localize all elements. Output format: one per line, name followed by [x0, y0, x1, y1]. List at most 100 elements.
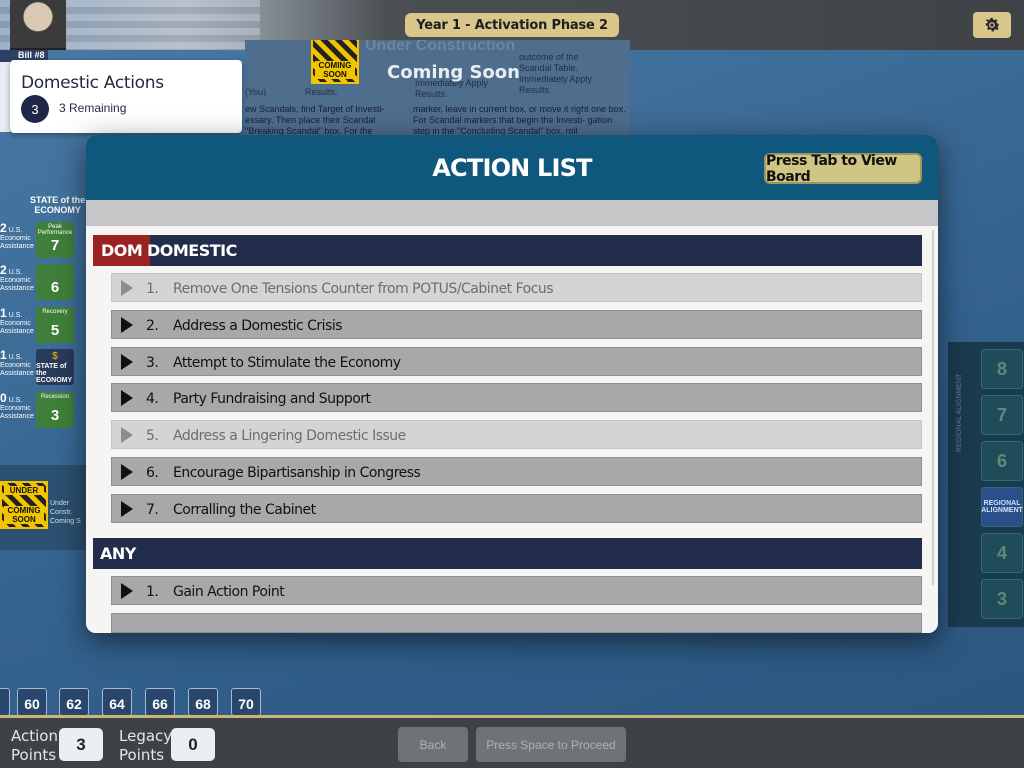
warning-sign-text: COMING SOON	[4, 506, 44, 524]
action-label: Gain Action Point	[173, 583, 285, 600]
chevron-right-icon	[121, 464, 133, 480]
action-points-label: Action Points	[11, 727, 58, 765]
economy-box: Peak Performance 7	[36, 222, 74, 258]
warning-sign-icon: COMING SOON	[311, 40, 359, 84]
list-scrollbar[interactable]	[932, 230, 934, 585]
economy-box: Recovery 5	[36, 307, 74, 343]
regional-alignment-track: REGIONAL ALIGNMENT 8 7 6 REGIONAL ALIGNM…	[948, 342, 1024, 627]
economy-box-label: Recovery	[42, 309, 68, 315]
section-header-domestic: DOM DOMESTIC	[93, 235, 922, 266]
bottom-bar: Action Points 3 Legacy Points 0 Back Pre…	[0, 715, 1024, 768]
action-gain-action-point[interactable]: 1. Gain Action Point	[111, 576, 922, 605]
regional-cell: 6	[981, 441, 1023, 481]
action-remove-tensions[interactable]: 1. Remove One Tensions Counter from POTU…	[111, 273, 922, 302]
side-card-edge	[0, 62, 10, 132]
legacy-points-value: 0	[171, 728, 215, 761]
action-number: 4.	[146, 390, 159, 407]
regional-cell: 7	[981, 395, 1023, 435]
action-label: Remove One Tensions Counter from POTUS/C…	[173, 280, 554, 297]
track-cell: 60	[17, 688, 47, 716]
chevron-right-icon	[121, 280, 133, 296]
dollar-icon: $	[52, 351, 58, 362]
coming-soon-label: Coming Soon	[387, 62, 520, 83]
state-of-economy-track: STATE of the ECONOMY 2 U.S. Economic Ass…	[0, 195, 86, 435]
action-corralling-cabinet[interactable]: 7. Corralling the Cabinet	[111, 494, 922, 523]
regional-cell: 3	[981, 579, 1023, 619]
economy-header-main: ECONOMY	[34, 205, 81, 215]
section-tag: DOM	[93, 235, 151, 266]
domestic-actions-card: Domestic Actions 3 3 Remaining	[10, 60, 242, 133]
action-number: 1.	[146, 280, 159, 297]
economy-row: 1 U.S. Economic Assistance Recovery 5	[0, 307, 86, 343]
economy-box: Recession 3	[36, 392, 74, 428]
action-number: 7.	[146, 501, 159, 518]
regional-cell: 4	[981, 533, 1023, 573]
action-number: 3.	[146, 354, 159, 371]
economy-box-value: 7	[50, 237, 60, 254]
economy-box-value: 3	[50, 407, 60, 424]
action-party-fundraising[interactable]: 4. Party Fundraising and Support	[111, 383, 922, 412]
board-text: Results.	[305, 87, 338, 97]
economy-row-label: 1 U.S. Economic Assistance	[0, 306, 34, 341]
proceed-button[interactable]: Press Space to Proceed	[476, 727, 626, 762]
track-cell: 64	[102, 688, 132, 716]
section-name: ANY	[100, 544, 136, 563]
action-lingering-issue[interactable]: 5. Address a Lingering Domestic Issue	[111, 420, 922, 449]
action-label: Attempt to Stimulate the Economy	[173, 354, 401, 371]
economy-marker-text: STATE of the ECONOMY	[36, 362, 73, 384]
action-number: 5.	[146, 427, 159, 444]
action-list-dialog: ACTION LIST Press Tab to View Board DOM …	[86, 135, 938, 633]
economy-row-num: 2	[0, 221, 7, 235]
economy-marker: $ STATE of the ECONOMY	[36, 349, 74, 385]
chevron-right-icon	[121, 317, 133, 333]
under-construction-left: UNDER COMING SOON Under Constr. Coming S	[0, 465, 86, 550]
board-text: ew Scandals, find Target of Investi- ess…	[245, 104, 385, 135]
legacy-points-label-line2: Points	[119, 746, 165, 764]
back-button[interactable]: Back	[398, 727, 468, 762]
settings-button[interactable]	[973, 12, 1011, 38]
action-domestic-crisis[interactable]: 2. Address a Domestic Crisis	[111, 310, 922, 339]
action-label: Party Fundraising and Support	[173, 390, 371, 407]
economy-row-num: 1	[0, 348, 7, 362]
economy-row-num: 0	[0, 391, 7, 405]
phase-indicator: Year 1 - Activation Phase 2	[405, 13, 619, 37]
board-text: outcome of the Scandal Table. Immediatel…	[519, 52, 593, 95]
economy-header-small: STATE of the	[30, 195, 86, 205]
track-cell: 62	[59, 688, 89, 716]
action-bipartisanship[interactable]: 6. Encourage Bipartisanship in Congress	[111, 457, 922, 486]
chevron-right-icon	[121, 390, 133, 406]
action-points-label-line1: Action	[11, 727, 58, 745]
action-number: 6.	[146, 464, 159, 481]
president-portrait	[10, 0, 66, 50]
legacy-points-label-line1: Legacy	[119, 727, 173, 745]
board-text: Under Constr. Coming S	[50, 500, 81, 525]
action-list: DOM DOMESTIC 1. Remove One Tensions Coun…	[86, 226, 938, 633]
action-number: 1.	[146, 583, 159, 600]
gear-icon	[985, 17, 1000, 32]
warning-sign-text: COMING SOON	[315, 61, 355, 79]
economy-box-value: 5	[50, 322, 60, 339]
legacy-points-label: Legacy Points	[119, 727, 172, 765]
economy-row-num: 1	[0, 306, 7, 320]
economy-row-num: 2	[0, 263, 7, 277]
section-header-any: ANY	[93, 538, 922, 569]
economy-header: STATE of the ECONOMY	[30, 195, 85, 215]
economy-row: 1 U.S. Economic Assistance $ STATE of the…	[0, 349, 86, 385]
scandal-board-section: (You) ew Scandals, find Target of Invest…	[245, 40, 630, 135]
action-label: Corralling the Cabinet	[173, 501, 316, 518]
view-board-button[interactable]: Press Tab to View Board	[764, 153, 922, 185]
action-number: 2.	[146, 317, 159, 334]
chevron-right-icon	[121, 583, 133, 599]
action-points-value: 3	[59, 728, 103, 761]
actions-count-badge: 3	[21, 95, 49, 123]
actions-remaining: 3 Remaining	[59, 101, 127, 115]
chevron-right-icon	[121, 427, 133, 443]
track-cell	[0, 688, 10, 716]
action-stimulate-economy[interactable]: 3. Attempt to Stimulate the Economy	[111, 347, 922, 376]
economy-box: 6	[36, 264, 74, 300]
action-label: Address a Domestic Crisis	[173, 317, 343, 334]
regional-alignment-label: REGIONAL ALIGNMENT	[956, 373, 963, 452]
economy-box-value: 6	[50, 279, 60, 296]
section-name: DOMESTIC	[147, 241, 237, 260]
economy-row: 0 U.S. Economic Assistance Recession 3	[0, 392, 86, 428]
